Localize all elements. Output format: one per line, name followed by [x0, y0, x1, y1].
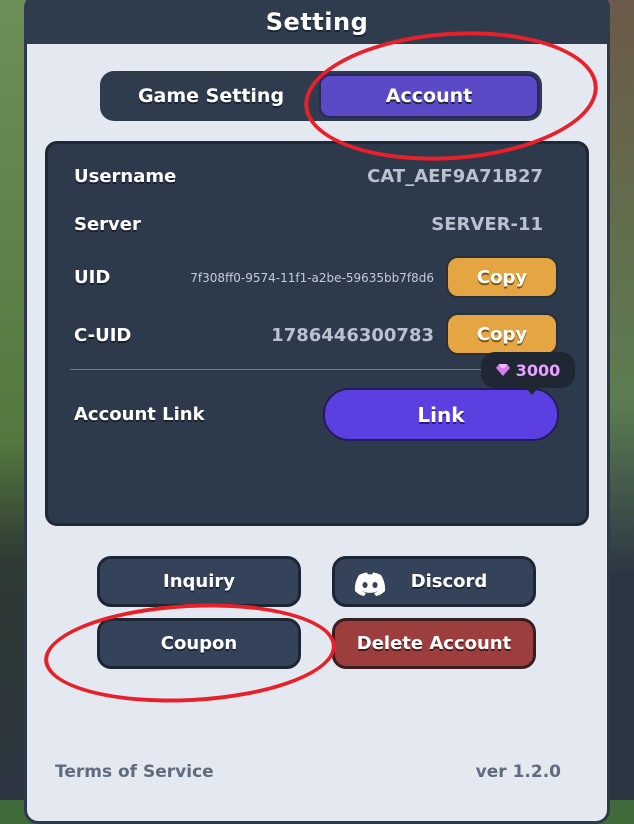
username-value: CAT_AEF9A71B27: [367, 166, 543, 187]
username-label: Username: [74, 166, 177, 187]
tab-game-setting[interactable]: Game Setting: [103, 74, 319, 118]
inquiry-button[interactable]: Inquiry: [97, 556, 301, 607]
cuid-label: C-UID: [74, 325, 132, 346]
cuid-value: 1786446300783: [271, 325, 434, 346]
gem-cost: 3000: [515, 360, 561, 380]
uid-label: UID: [74, 267, 111, 288]
copy-cuid-button[interactable]: Copy: [446, 313, 558, 355]
link-button[interactable]: Link: [323, 388, 559, 441]
version-label: ver 1.2.0: [475, 762, 561, 782]
background-right: [606, 0, 634, 800]
copy-uid-button[interactable]: Copy: [446, 256, 558, 298]
delete-account-button[interactable]: Delete Account: [332, 618, 536, 669]
terms-of-service-link[interactable]: Terms of Service: [55, 762, 214, 782]
discord-button[interactable]: Discord: [332, 556, 536, 607]
page-title: Setting: [265, 8, 369, 36]
account-link-label: Account Link: [74, 404, 205, 425]
discord-label: Discord: [410, 571, 488, 592]
server-value: SERVER-11: [431, 214, 543, 235]
gem-cost-badge: 3000: [481, 352, 575, 395]
server-label: Server: [74, 214, 141, 235]
background-left: [0, 0, 26, 800]
discord-icon: [354, 572, 386, 596]
gem-icon: [495, 364, 510, 376]
uid-value: 7f308ff0-9574-11f1-a2be-59635bb7f8d6: [190, 271, 434, 285]
